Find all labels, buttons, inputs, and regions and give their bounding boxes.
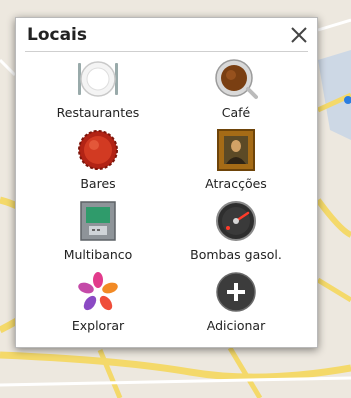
place-bombas-gasol[interactable]: Bombas gasol.	[166, 196, 306, 264]
place-adicionar[interactable]: Adicionar	[166, 267, 306, 335]
place-bares[interactable]: Bares	[28, 125, 168, 193]
place-atraccoes[interactable]: Atracções	[166, 125, 306, 193]
place-label: Atracções	[205, 176, 267, 191]
bottle-cap-icon	[76, 128, 120, 172]
close-icon[interactable]	[287, 23, 311, 47]
place-label: Multibanco	[63, 247, 133, 262]
place-label: Explorar	[71, 318, 125, 333]
place-multibanco[interactable]: Multibanco	[28, 196, 168, 264]
atm-icon	[76, 199, 120, 243]
places-dialog: Locais Restaurantes Café Bares Atracções…	[15, 17, 318, 348]
dialog-title: Locais	[27, 25, 88, 45]
place-cafe[interactable]: Café	[166, 54, 306, 122]
dialog-title-bar: Locais	[16, 18, 317, 52]
add-icon	[214, 270, 258, 314]
place-explorar[interactable]: Explorar	[28, 267, 168, 335]
place-restaurantes[interactable]: Restaurantes	[28, 54, 168, 122]
place-label: Restaurantes	[56, 105, 140, 120]
flower-explore-icon	[76, 270, 120, 314]
place-label: Bombas gasol.	[190, 247, 282, 262]
place-label: Café	[221, 105, 251, 120]
place-label: Adicionar	[206, 318, 266, 333]
plate-icon	[76, 57, 120, 101]
title-divider	[25, 51, 308, 52]
fuel-gauge-icon	[214, 199, 258, 243]
place-label: Bares	[80, 176, 116, 191]
coffee-cup-icon	[214, 57, 258, 101]
mona-lisa-painting-icon	[214, 128, 258, 172]
